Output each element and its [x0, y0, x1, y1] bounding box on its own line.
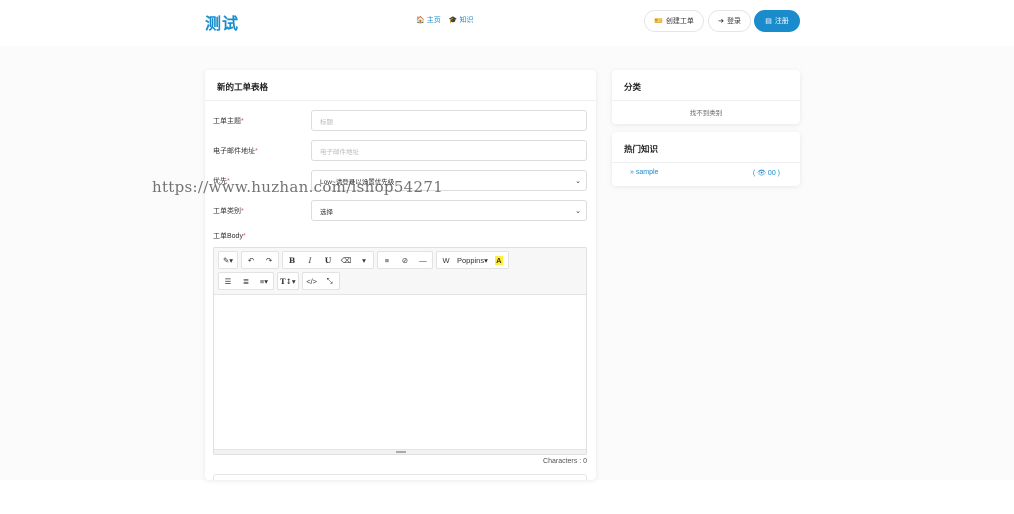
- nav-home-label: 主页: [426, 17, 441, 24]
- style-group: ✎▾: [218, 251, 238, 269]
- align-icon[interactable]: ≡▾: [255, 273, 273, 289]
- nav-home[interactable]: 🏠 主页: [416, 15, 441, 25]
- required-mark: *: [242, 233, 246, 240]
- word-icon[interactable]: W: [437, 252, 455, 268]
- nav-knowledge-label: 知识: [459, 17, 474, 24]
- insert-group: ≡ ⊘ —: [377, 251, 433, 269]
- hot-knowledge-title: 热门知识: [624, 144, 659, 154]
- category-card: 分类 找不到类别: [612, 70, 800, 124]
- hot-knowledge-card: 热门知识 » sample ( 👁 00 ): [612, 132, 800, 186]
- required-mark: *: [241, 208, 244, 215]
- ordered-list-icon[interactable]: ≣: [237, 273, 255, 289]
- view-group: </> ⤡: [301, 272, 340, 290]
- more-dropdown-icon[interactable]: ▾: [355, 252, 373, 268]
- bold-icon[interactable]: B: [283, 252, 301, 268]
- grip-icon: [396, 451, 406, 453]
- divider: [612, 162, 800, 163]
- character-counter: Characters : 0: [543, 458, 587, 465]
- chevron-down-icon: ⌄: [575, 178, 581, 185]
- required-mark: *: [227, 178, 230, 185]
- category-label: 工单类别*: [213, 208, 244, 215]
- email-input[interactable]: 电子邮件地址: [311, 140, 587, 161]
- line-height-icon[interactable]: T↕▾: [278, 273, 298, 289]
- history-group: ↶ ↷: [241, 251, 279, 269]
- divider: [612, 100, 800, 101]
- register-button[interactable]: ▤ 注册: [754, 10, 800, 32]
- email-label: 电子邮件地址*: [213, 148, 258, 155]
- divider: [205, 100, 596, 101]
- unordered-list-icon[interactable]: ☰: [219, 273, 237, 289]
- fullscreen-icon[interactable]: ⤡: [321, 273, 339, 289]
- hot-knowledge-label: sample: [635, 169, 659, 176]
- font-group: W Poppins▾ A: [436, 251, 509, 269]
- nav-knowledge[interactable]: 🎓 知识: [449, 15, 474, 25]
- chevron-down-icon: ⌄: [575, 208, 581, 215]
- register-label: 注册: [774, 18, 789, 25]
- underline-icon[interactable]: U: [319, 252, 337, 268]
- category-title: 分类: [624, 82, 642, 92]
- empty-category-note: 找不到类别: [689, 110, 723, 117]
- highlight-color-icon[interactable]: A: [490, 252, 508, 268]
- toolbar-row: ☰ ≣ ≡▾ T↕▾ </> ⤡: [218, 272, 340, 290]
- toolbar-row: ✎▾ ↶ ↷ B I U ⌫ ▾ ≡ ⊘ — W Poppins▾ A: [218, 251, 509, 269]
- sign-in-icon: ➔: [718, 18, 724, 25]
- login-button[interactable]: ➔ 登录: [708, 10, 751, 32]
- list-group: ☰ ≣ ≡▾: [218, 272, 274, 290]
- priority-value: Low~请登录以设置优先级: [320, 178, 395, 186]
- eraser-icon[interactable]: ⌫: [337, 252, 355, 268]
- brand-logo[interactable]: 测试: [205, 10, 239, 34]
- priority-select[interactable]: Low~请登录以设置优先级 ⌄: [311, 170, 587, 191]
- rich-text-editor: ✎▾ ↶ ↷ B I U ⌫ ▾ ≡ ⊘ — W Poppins▾ A ☰ ≣ …: [213, 247, 587, 455]
- main-nav: 🏠 主页 🎓 知识: [416, 15, 473, 25]
- subject-input[interactable]: 标题: [311, 110, 587, 131]
- font-family-select[interactable]: Poppins▾: [455, 252, 490, 268]
- magic-wand-icon[interactable]: ✎▾: [219, 252, 237, 268]
- required-mark: *: [241, 118, 244, 125]
- editor-content-area[interactable]: [214, 296, 586, 451]
- table-icon[interactable]: ≡: [378, 252, 396, 268]
- home-icon: 🏠: [416, 17, 425, 24]
- create-ticket-button[interactable]: 🎫 创建工单: [644, 10, 704, 32]
- italic-icon[interactable]: I: [301, 252, 319, 268]
- hot-knowledge-item[interactable]: » sample: [630, 169, 658, 176]
- graduation-cap-icon: 🎓: [448, 17, 458, 24]
- form-title: 新的工单表格: [217, 82, 269, 92]
- double-chevron-icon: »: [630, 169, 634, 176]
- code-view-icon[interactable]: </>: [303, 273, 321, 289]
- new-ticket-card: 新的工单表格 工单主题* 标题 电子邮件地址* 电子邮件地址 优先* Low~请…: [205, 70, 596, 480]
- editor-resize-handle[interactable]: [214, 449, 586, 454]
- required-mark: *: [255, 148, 258, 155]
- redo-icon[interactable]: ↷: [260, 252, 278, 268]
- priority-label: 优先*: [213, 178, 230, 185]
- view-count: ( 👁 00 ): [752, 170, 780, 177]
- register-icon: ▤: [765, 18, 772, 25]
- undo-icon[interactable]: ↶: [242, 252, 260, 268]
- category-value: 选择: [320, 208, 333, 216]
- clear-icon[interactable]: ⊘: [396, 252, 414, 268]
- font-style-group: B I U ⌫ ▾: [282, 251, 374, 269]
- editor-toolbar: ✎▾ ↶ ↷ B I U ⌫ ▾ ≡ ⊘ — W Poppins▾ A ☰ ≣ …: [214, 248, 586, 295]
- create-ticket-label: 创建工单: [665, 18, 694, 25]
- body-label: 工单Body*: [213, 233, 246, 240]
- login-label: 登录: [726, 18, 741, 25]
- ticket-icon: 🎫: [654, 18, 663, 25]
- subject-label: 工单主题*: [213, 118, 244, 125]
- next-field-partial: [213, 474, 587, 480]
- top-navbar: 测试 🏠 主页 🎓 知识 🎫 创建工单 ➔ 登录 ▤ 注册: [0, 0, 1014, 46]
- height-group: T↕▾: [277, 272, 299, 290]
- category-select[interactable]: 选择 ⌄: [311, 200, 587, 221]
- hr-icon[interactable]: —: [414, 252, 432, 268]
